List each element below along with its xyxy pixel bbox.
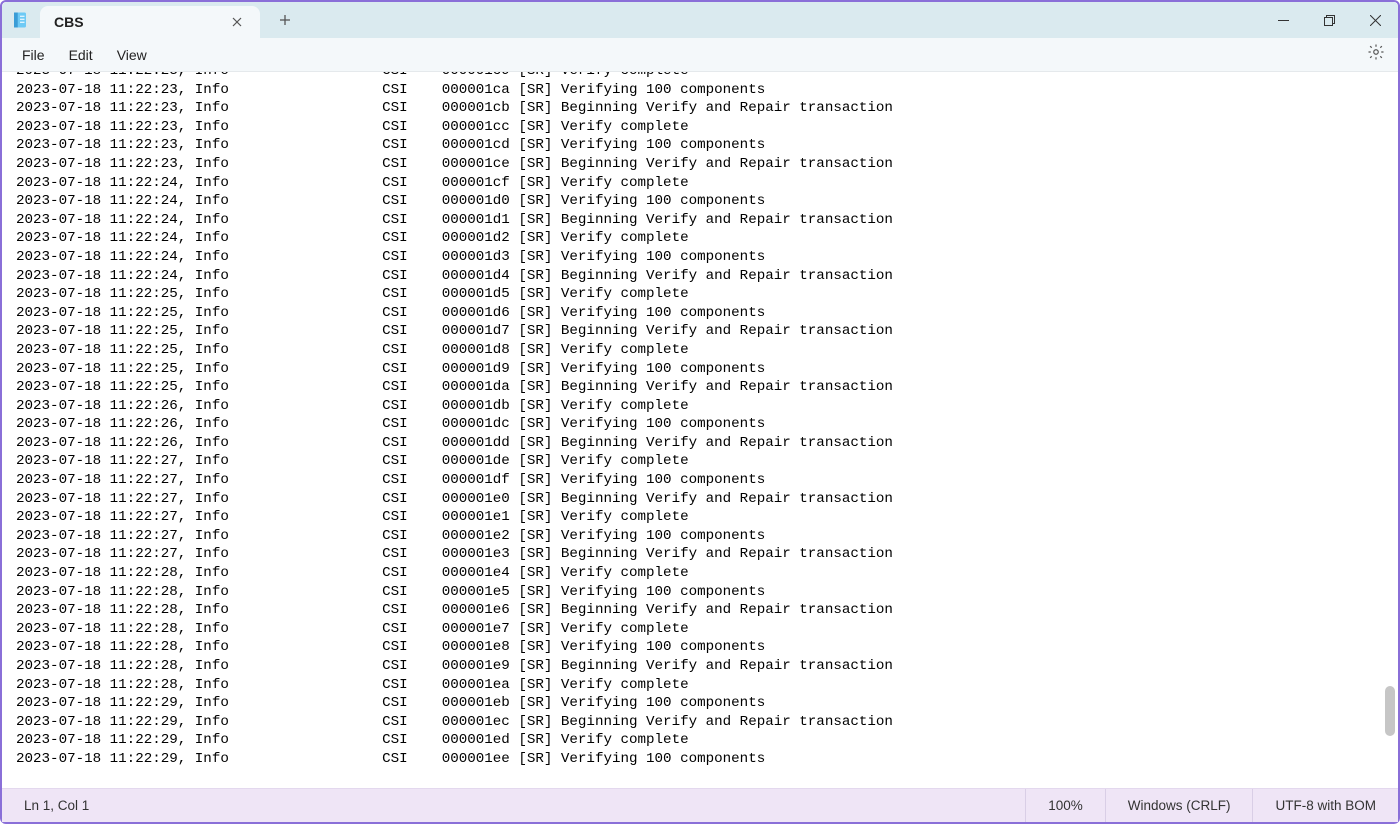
titlebar[interactable]: CBS — [2, 2, 1398, 38]
window-controls — [1260, 2, 1398, 38]
minimize-button[interactable] — [1260, 2, 1306, 38]
scrollbar-thumb[interactable] — [1385, 686, 1395, 736]
status-zoom[interactable]: 100% — [1025, 789, 1105, 822]
document-tab[interactable]: CBS — [40, 6, 260, 38]
menubar: File Edit View — [2, 38, 1398, 72]
maximize-button[interactable] — [1306, 2, 1352, 38]
notepad-window: CBS File Edit View — [0, 0, 1400, 824]
settings-button[interactable] — [1362, 41, 1390, 69]
close-window-button[interactable] — [1352, 2, 1398, 38]
menu-file[interactable]: File — [10, 43, 57, 67]
menu-edit[interactable]: Edit — [57, 43, 105, 67]
titlebar-drag-region[interactable] — [302, 2, 1260, 38]
tab-title: CBS — [54, 14, 228, 30]
new-tab-button[interactable] — [268, 2, 302, 38]
statusbar: Ln 1, Col 1 100% Windows (CRLF) UTF-8 wi… — [2, 788, 1398, 822]
tab-close-button[interactable] — [228, 13, 246, 31]
status-line-endings[interactable]: Windows (CRLF) — [1105, 789, 1253, 822]
gear-icon — [1367, 43, 1385, 66]
status-encoding[interactable]: UTF-8 with BOM — [1252, 789, 1398, 822]
status-cursor-position[interactable]: Ln 1, Col 1 — [2, 798, 111, 813]
menu-view[interactable]: View — [105, 43, 159, 67]
text-editor[interactable]: 2023-07-18 11:22:23, Info CSI 000001c9 [… — [2, 72, 1398, 788]
editor-text[interactable]: 2023-07-18 11:22:23, Info CSI 000001c9 [… — [16, 72, 1398, 769]
vertical-scrollbar[interactable] — [1382, 74, 1396, 786]
notepad-app-icon — [2, 2, 38, 38]
